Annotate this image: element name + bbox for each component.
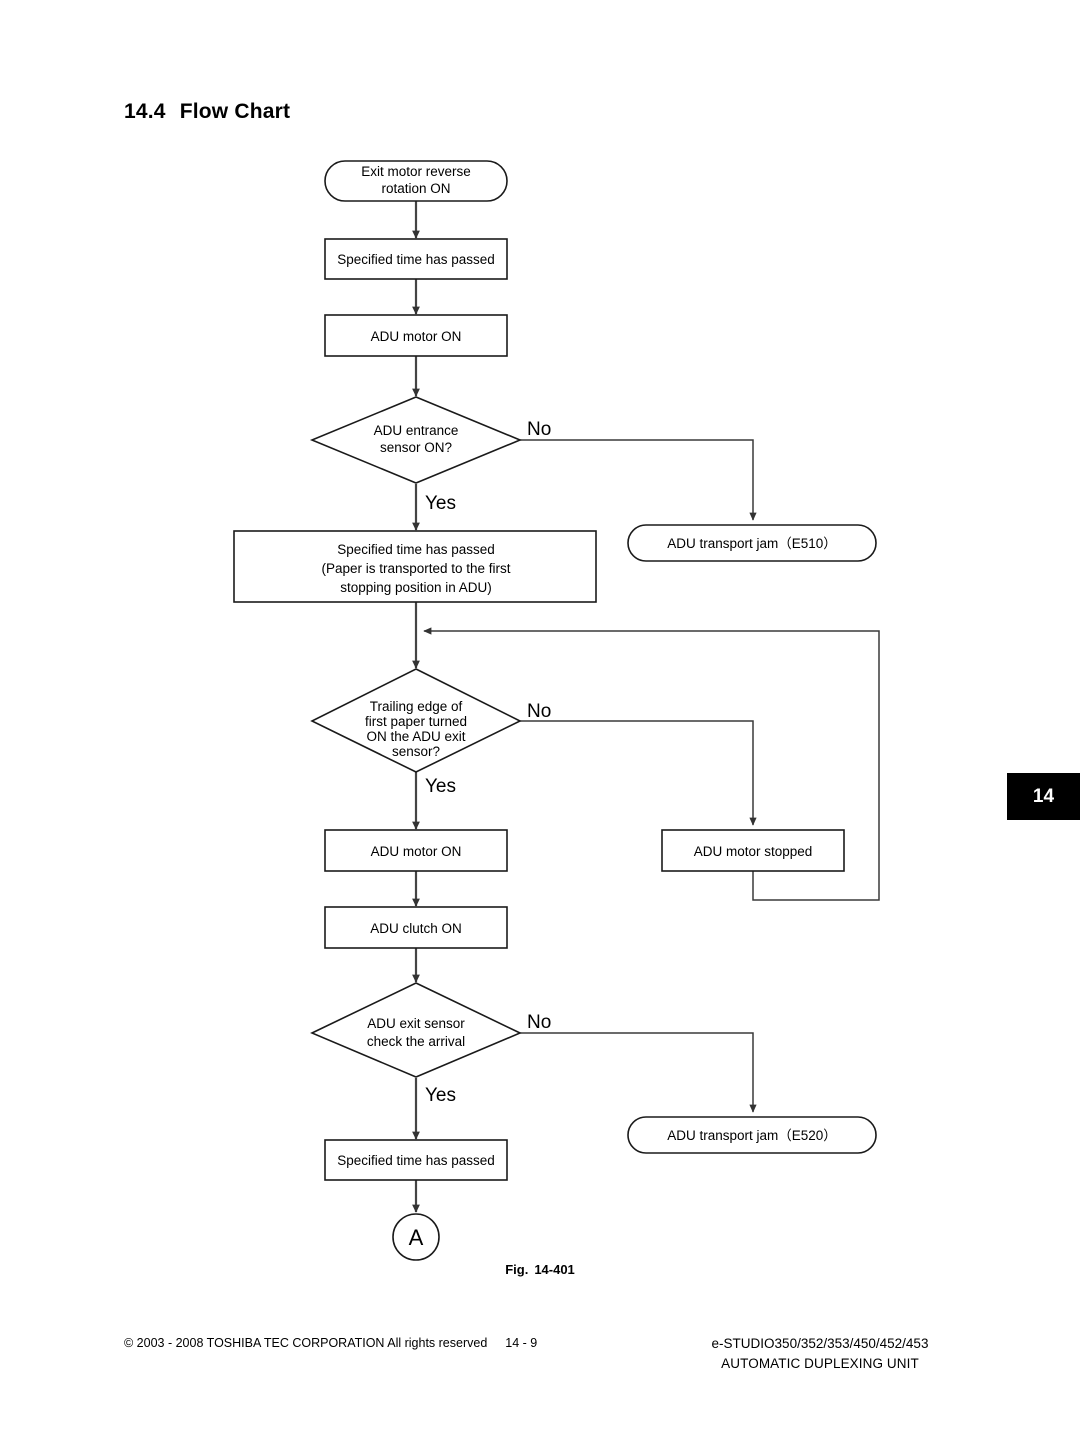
node-start-line1: Exit motor reverse xyxy=(361,164,471,179)
node-time2-line1: Specified time has passed xyxy=(337,542,495,557)
node-decision-exit-line2: check the arrival xyxy=(367,1034,465,1049)
branch-label-entrance-no: No xyxy=(527,419,551,440)
node-decision-trailing-line3: ON the ADU exit xyxy=(366,729,465,744)
connector-entrance-no xyxy=(520,439,757,521)
node-time1-label: Specified time has passed xyxy=(337,252,495,267)
branch-label-trailing-no: No xyxy=(527,701,551,722)
page-number: 14 - 9 xyxy=(505,1336,538,1350)
figure-number: 14-401 xyxy=(534,1262,575,1277)
branch-label-entrance-yes: Yes xyxy=(425,493,456,514)
branch-label-exit-yes: Yes xyxy=(425,1085,456,1106)
node-decision-entrance-line1: ADU entrance xyxy=(374,423,459,438)
node-time2-line2: (Paper is transported to the first xyxy=(321,561,510,576)
node-jam-e520-label: ADU transport jam（E520） xyxy=(667,1128,837,1143)
connector-trailing-no xyxy=(520,720,757,826)
node-start-line2: rotation ON xyxy=(381,181,450,196)
unit-name: AUTOMATIC DUPLEXING UNIT xyxy=(721,1355,919,1371)
node-time3-label: Specified time has passed xyxy=(337,1153,495,1168)
branch-label-exit-no: No xyxy=(527,1012,551,1033)
node-decision-entrance-line2: sensor ON? xyxy=(380,440,452,455)
footer-left: © 2003 - 2008 TOSHIBA TEC CORPORATION Al… xyxy=(124,1336,537,1350)
node-adu-motor-on-1-label: ADU motor ON xyxy=(371,329,462,344)
node-connector-a-label: A xyxy=(409,1225,424,1250)
connector-exit-no xyxy=(520,1032,757,1113)
node-adu-motor-on-2-label: ADU motor ON xyxy=(371,844,462,859)
node-jam-e510-label: ADU transport jam（E510） xyxy=(667,536,837,551)
figure-label: Fig. xyxy=(505,1262,529,1277)
node-decision-trailing-line4: sensor? xyxy=(392,744,440,759)
node-decision-trailing-line1: Trailing edge of xyxy=(370,699,463,714)
node-adu-clutch-on-label: ADU clutch ON xyxy=(370,921,462,936)
node-time2-line3: stopping position in ADU) xyxy=(340,580,492,595)
model-name: e-STUDIO350/352/353/450/452/453 xyxy=(711,1336,929,1351)
node-decision-trailing-line2: first paper turned xyxy=(365,714,467,729)
manual-page: 14.4 Flow Chart 14 Exit motor reverse ro… xyxy=(0,0,1080,1440)
node-decision-exit-line1: ADU exit sensor xyxy=(367,1016,465,1031)
figure-caption: Fig. 14-401 xyxy=(0,1262,1080,1277)
branch-label-trailing-yes: Yes xyxy=(425,776,456,797)
copyright-text: © 2003 - 2008 TOSHIBA TEC CORPORATION Al… xyxy=(124,1336,488,1350)
flowchart-diagram: Exit motor reverse rotation ON Specified… xyxy=(233,160,880,1261)
node-adu-motor-stopped-label: ADU motor stopped xyxy=(694,844,813,859)
footer-right: e-STUDIO350/352/353/450/452/453 AUTOMATI… xyxy=(660,1334,980,1373)
